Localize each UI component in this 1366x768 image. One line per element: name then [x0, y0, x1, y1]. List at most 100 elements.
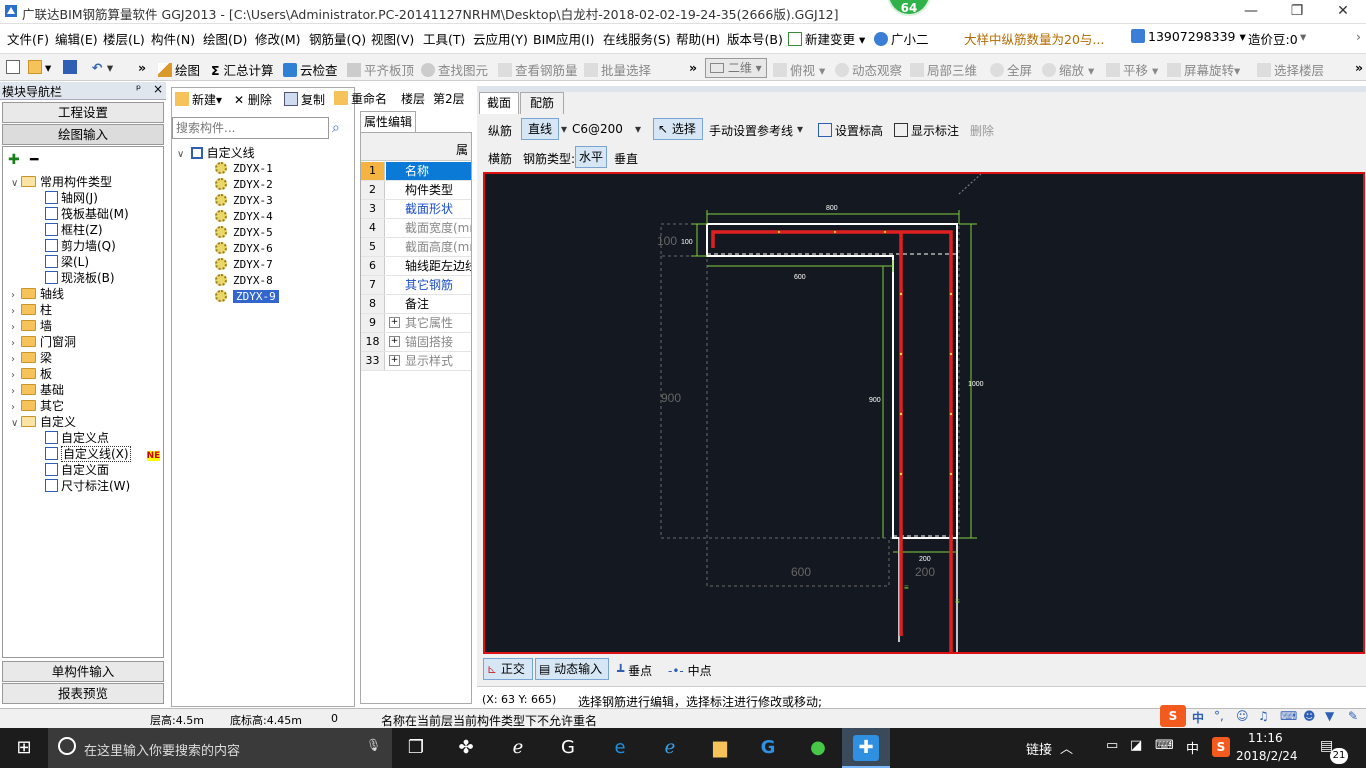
component-root[interactable]: ∨ 自定义线 — [177, 145, 255, 161]
glodon-icon[interactable]: G — [744, 728, 792, 768]
collapse-icon[interactable]: ∨ — [11, 176, 21, 192]
tab-section[interactable]: 截面 — [479, 92, 519, 114]
restore-button[interactable]: ❐ — [1274, 0, 1320, 24]
batch-select-button[interactable]: 批量选择 — [584, 60, 651, 79]
taskbar-link[interactable]: 链接 — [1026, 739, 1052, 758]
property-row[interactable]: 8 备注 — [361, 295, 471, 314]
expand-icon[interactable]: + — [389, 355, 400, 366]
save-icon[interactable] — [63, 60, 80, 75]
toolbar-overflow-icon-3[interactable]: » — [1355, 60, 1363, 75]
view-mode-select[interactable]: 二维 ▾ — [705, 58, 767, 78]
draw-button[interactable]: 绘图 — [158, 60, 200, 79]
menu-tools[interactable]: 工具(T) — [423, 29, 465, 48]
dim-left-top-gray[interactable]: 100 — [657, 234, 677, 248]
pin-icon[interactable]: ᵖ — [136, 82, 141, 96]
notice-text[interactable]: 大样中纵筋数量为20与... — [964, 29, 1104, 48]
floor-selector[interactable]: 第2层 — [433, 90, 465, 107]
coins-label[interactable]: 造价豆:0 — [1248, 29, 1298, 48]
property-row[interactable]: 9 + 其它属性 — [361, 314, 471, 333]
component-search-input[interactable]: 搜索构件... — [172, 117, 329, 139]
edge-icon[interactable]: e — [596, 728, 644, 768]
dim-web-height[interactable]: 900 — [869, 397, 881, 404]
taskbar-search[interactable]: 在这里输入你要搜索的内容 🎙 — [48, 728, 392, 768]
sogou-ime-icon[interactable]: S — [1160, 705, 1186, 727]
component-item[interactable]: ZDYX-1 — [215, 160, 273, 176]
property-row[interactable]: 2 构件类型 — [361, 181, 471, 200]
component-item[interactable]: ZDYX-9 — [215, 288, 279, 304]
expand-icon[interactable]: + — [389, 336, 400, 347]
fullscreen-button[interactable]: 全屏 — [990, 60, 1032, 79]
show-dims-button[interactable]: 显示标注 — [894, 122, 959, 139]
ref-line-button[interactable]: 手动设置参考线 — [709, 122, 793, 139]
section-drawing[interactable]: 100 900 600 200 800 100 600 900 1000 200 — [485, 174, 1363, 652]
component-item[interactable]: ZDYX-7 — [215, 256, 273, 272]
browser-360-icon[interactable]: ● — [794, 728, 842, 768]
ime-lang[interactable]: 中 — [1192, 709, 1204, 726]
rotate-button[interactable]: 屏幕旋转▾ — [1167, 60, 1240, 79]
view-rebar-button[interactable]: 查看钢筋量 — [498, 60, 578, 79]
ie-browser-icon[interactable]: ℯ — [494, 728, 542, 768]
ime-skin-icon[interactable]: ▼ — [1325, 709, 1334, 723]
report-preview-button[interactable]: 报表预览 — [2, 683, 164, 704]
menu-version[interactable]: 版本号(B) — [727, 29, 783, 48]
menu-rebar[interactable]: 钢筋量(Q) — [309, 29, 366, 48]
copy-component-button[interactable]: 复制 — [284, 91, 325, 108]
horizontal-button[interactable]: 水平 — [575, 146, 607, 168]
app-g-icon[interactable]: G — [544, 728, 592, 768]
network-icon[interactable]: ◪ — [1130, 738, 1142, 753]
expand-all-icon[interactable]: ✚ — [8, 152, 20, 168]
rebar-spec-select[interactable]: C6@200 — [572, 122, 623, 136]
top-view-button[interactable]: 俯视 ▾ — [773, 60, 825, 79]
nav-tree-item[interactable]: 轴网(J) — [45, 190, 98, 206]
search-icon[interactable]: ⌕ — [332, 120, 340, 136]
nav-tree-item[interactable]: 自定义面 — [45, 462, 109, 478]
mid-point-button[interactable]: -•- 中点 — [668, 662, 712, 679]
input-lang[interactable]: 中 — [1186, 738, 1199, 757]
tray-expand-icon[interactable]: ︿ — [1060, 738, 1073, 757]
menu-guangxiaoer[interactable]: 广小二 — [874, 29, 929, 48]
property-tab[interactable]: 属性编辑 — [360, 111, 416, 132]
menu-bim[interactable]: BIM应用(I) — [533, 29, 595, 48]
nav-tree-item[interactable]: 剪力墙(Q) — [45, 238, 116, 254]
drawing-canvas[interactable]: 100 900 600 200 800 100 600 900 1000 200 — [483, 172, 1365, 654]
close-button[interactable]: ✕ — [1320, 0, 1366, 24]
menu-new-change[interactable]: 新建变更 ▾ — [788, 29, 865, 48]
flat-slab-button[interactable]: 平齐板顶 — [347, 60, 414, 79]
single-input-button[interactable]: 单构件输入 — [2, 661, 164, 682]
ime-keyboard-icon[interactable]: ⌨ — [1280, 709, 1297, 723]
menu-cloud[interactable]: 云应用(Y) — [473, 29, 528, 48]
editor-delete-button[interactable]: 删除 — [970, 122, 994, 139]
nav-tree-item[interactable]: › 轴线 — [11, 286, 64, 302]
spec-dropdown[interactable]: ▾ — [635, 122, 641, 136]
nav-tree-item[interactable]: › 梁 — [11, 350, 52, 366]
menu-modify[interactable]: 修改(M) — [255, 29, 301, 48]
menu-file[interactable]: 文件(F) — [7, 29, 49, 48]
ime-tools-icon[interactable]: ✎ — [1348, 709, 1358, 723]
nav-tree-item[interactable]: › 基础 — [11, 382, 64, 398]
component-item[interactable]: ZDYX-5 — [215, 224, 273, 240]
ime-user-icon[interactable]: ☻ — [1303, 709, 1316, 723]
nav-tree-item[interactable]: › 墙 — [11, 318, 52, 334]
ime-emoji-icon[interactable]: ☺ — [1236, 709, 1249, 723]
local-3d-button[interactable]: 局部三维 — [910, 60, 977, 79]
minimize-button[interactable]: — — [1228, 0, 1274, 24]
nav-tree-item[interactable]: 自定义点 — [45, 430, 109, 446]
nav-tree-item[interactable]: › 门窗洞 — [11, 334, 76, 350]
component-item[interactable]: ZDYX-6 — [215, 240, 273, 256]
component-item[interactable]: ZDYX-3 — [215, 192, 273, 208]
ime-voice-icon[interactable]: ♫ — [1258, 709, 1269, 723]
expand-icon[interactable]: + — [389, 317, 400, 328]
set-elevation-button[interactable]: 设置标高 — [818, 122, 883, 139]
menu-draw[interactable]: 绘图(D) — [203, 29, 247, 48]
dynamic-input-button[interactable]: ▤ 动态输入 — [535, 658, 609, 680]
nav-tree-item[interactable]: 尺寸标注(W) — [45, 478, 130, 494]
pan-button[interactable]: 平移 ▾ — [1106, 60, 1158, 79]
sogou-tray-icon[interactable]: S — [1212, 737, 1230, 757]
dim-web-width[interactable]: 200 — [919, 556, 931, 563]
property-row[interactable]: 6 轴线距左边线 — [361, 257, 471, 276]
nav-tree-item[interactable]: › 其它 — [11, 398, 64, 414]
sum-button[interactable]: Σ 汇总计算 — [211, 60, 274, 79]
collapse-icon[interactable]: ∨ — [11, 416, 21, 432]
dim-bottom-web-gray[interactable]: 200 — [915, 565, 935, 579]
menu-online[interactable]: 在线服务(S) — [603, 29, 671, 48]
